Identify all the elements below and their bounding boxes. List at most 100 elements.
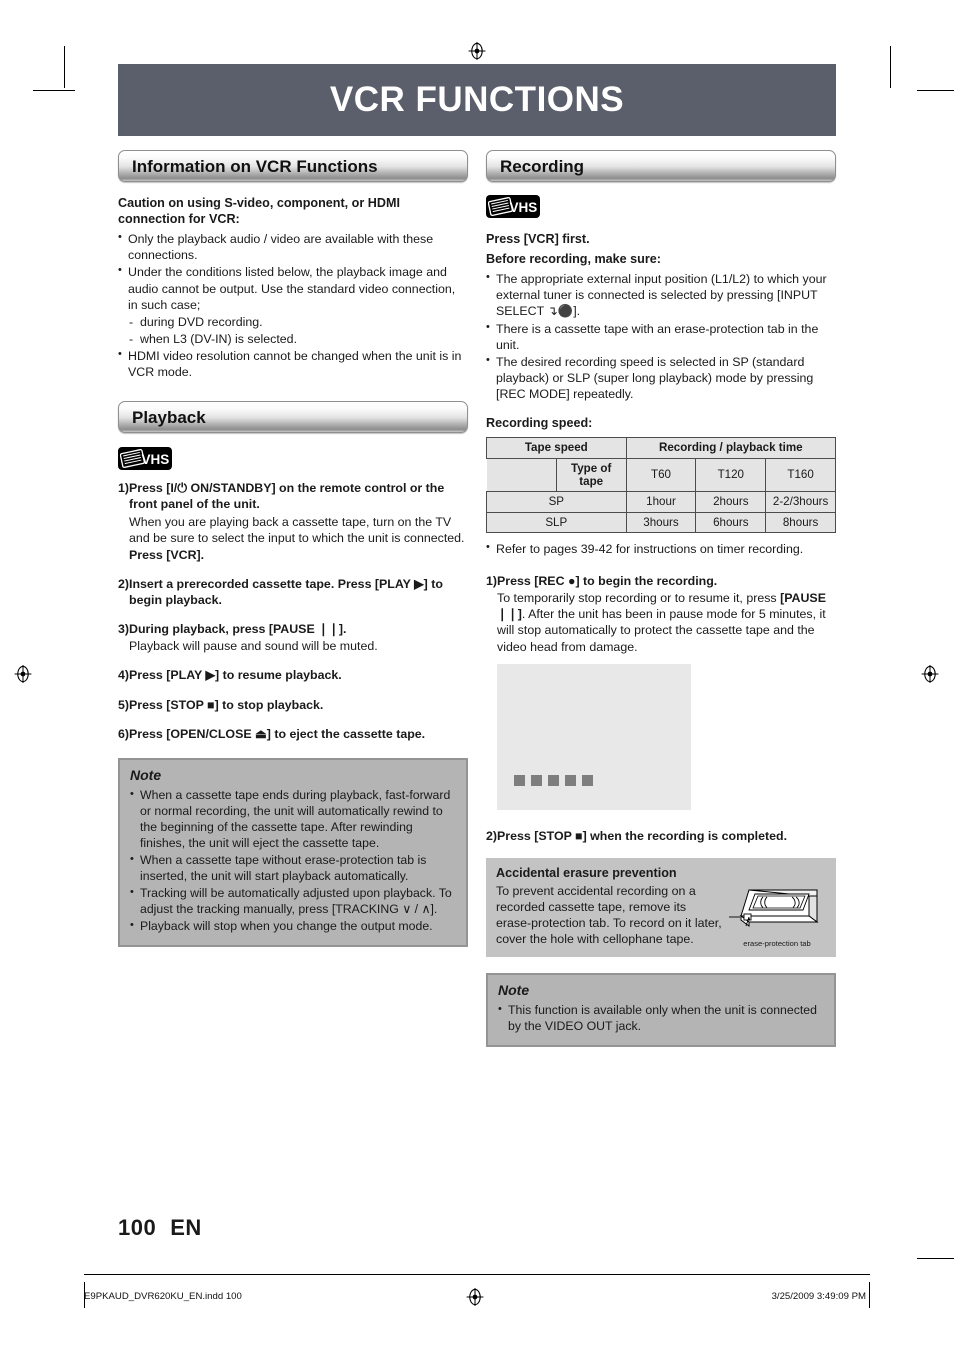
table-cell: 3hours	[625, 511, 697, 533]
placeholder-squares	[514, 774, 594, 786]
step-paragraph-bold: Press [VCR].	[129, 547, 205, 562]
before-recording-bullet-list: The appropriate external input position …	[486, 270, 836, 402]
table-cell: T60	[625, 457, 697, 493]
registration-target-footer	[466, 1288, 484, 1306]
table-header-cell: Type of tape	[555, 457, 627, 493]
step-number: 3)	[118, 622, 130, 637]
note-bullet-list: When a cassette tape ends during playbac…	[130, 787, 456, 935]
refer-note-list: Refer to pages 39-42 for instructions on…	[486, 540, 836, 557]
step-paragraph-post: . After the unit has been in pause mode …	[497, 607, 826, 654]
step-heading: Press [PLAY ▶] to resume playback.	[129, 668, 342, 683]
cassette-tape-icon	[729, 889, 819, 927]
list-item: 3) During playback, press [PAUSE ❘❘]. Pl…	[118, 621, 468, 654]
accidental-erasure-prevention-box: Accidental erasure prevention To prevent…	[486, 857, 836, 958]
playback-note-box: Note When a cassette tape ends during pl…	[118, 757, 468, 947]
right-column: Recording VHS Press [VCR] first. Before …	[486, 150, 837, 1048]
list-item: 2) Insert a prerecorded cassette tape. P…	[118, 576, 468, 608]
crop-mark-top-right-vertical	[890, 46, 891, 88]
list-item: When a cassette tape without erase-prote…	[130, 852, 456, 885]
table-cell: 2hours	[695, 491, 767, 513]
list-item: When a cassette tape ends during playbac…	[130, 787, 456, 852]
list-item: 4) Press [PLAY ▶] to resume playback.	[118, 667, 468, 683]
list-item: 5) Press [STOP ■] to stop playback.	[118, 697, 468, 713]
list-item: HDMI video resolution cannot be changed …	[118, 347, 468, 380]
list-item: Only the playback audio / video are avai…	[118, 230, 468, 263]
step-number: 1)	[486, 574, 498, 589]
table-header-cell: Recording / playback time	[625, 437, 837, 459]
placeholder-square	[565, 774, 577, 786]
table-cell: SLP	[486, 511, 627, 533]
figure-caption: erase-protection tab	[743, 938, 811, 948]
svg-text:VHS: VHS	[142, 452, 170, 467]
before-recording-heading: Before recording, make sure:	[486, 252, 661, 267]
chapter-title-bar: VCR FUNCTIONS	[118, 64, 836, 136]
table-header-cell: Tape speed	[486, 437, 627, 459]
placeholder-square	[582, 774, 594, 786]
vhs-logo-icon: VHS	[486, 195, 540, 218]
list-item: This function is available only when the…	[498, 1002, 824, 1035]
step-heading: Press [STOP ■] to stop playback.	[129, 697, 324, 712]
recording-note-box: Note This function is available only whe…	[486, 973, 836, 1048]
list-item: Under the conditions listed below, the p…	[118, 263, 468, 312]
crop-mark-mid-right-horizontal	[917, 1258, 954, 1259]
print-timestamp: 3/25/2009 3:49:09 PM	[771, 1291, 866, 1302]
step-paragraph: When you are playing back a cassette tap…	[129, 514, 465, 545]
list-item: 1) Press [I/⏻ ON/STANDBY] on the remote …	[118, 480, 468, 563]
list-item: The appropriate external input position …	[486, 270, 836, 319]
step-number: 1)	[118, 481, 130, 496]
step-heading: Press [REC ●] to begin the recording.	[497, 574, 718, 589]
footer-divider	[84, 1274, 870, 1275]
footer-tick-right	[869, 1282, 870, 1308]
cassette-tape-figure: erase-protection tab	[728, 866, 826, 948]
left-column: Information on VCR Functions Caution on …	[118, 150, 468, 1047]
list-item: There is a cassette tape with an erase-p…	[486, 320, 836, 353]
list-item: 2) Press [STOP ■] when the recording is …	[486, 828, 836, 844]
list-item: Refer to pages 39-42 for instructions on…	[486, 540, 836, 557]
section-header-information-on-vcr-functions: Information on VCR Functions	[118, 150, 468, 182]
section-title-label: Playback	[132, 407, 206, 427]
section-header-recording: Recording	[486, 150, 836, 182]
table-cell: SP	[486, 491, 627, 513]
playback-steps-list: 1) Press [I/⏻ ON/STANDBY] on the remote …	[118, 480, 468, 742]
list-item: The desired recording speed is selected …	[486, 353, 836, 402]
step-number: 6)	[118, 726, 130, 741]
crop-mark-top-right-horizontal	[917, 90, 954, 91]
page-content: VCR FUNCTIONS Information on VCR Functio…	[118, 64, 837, 1048]
step-heading: During playback, press [PAUSE ❘❘].	[129, 622, 347, 637]
list-item: Tracking will be automatically adjusted …	[130, 885, 456, 918]
erase-box-title: Accidental erasure prevention	[496, 865, 677, 880]
step-paragraph-pre: To temporarily stop recording or to resu…	[497, 591, 781, 606]
erase-box-body: To prevent accidental recording on a rec…	[496, 883, 722, 946]
table-cell: T120	[695, 457, 767, 493]
table-spacer-cell	[486, 458, 557, 492]
svg-text:VHS: VHS	[510, 200, 538, 215]
caution-heading: Caution on using S-video, component, or …	[118, 196, 400, 227]
list-item: when L3 (DV-IN) is selected.	[118, 331, 468, 347]
note-title: Note	[130, 766, 162, 783]
table-row: Tape speed Recording / playback time	[486, 437, 837, 459]
two-column-layout: Information on VCR Functions Caution on …	[118, 150, 837, 1048]
table-cell: 2-2/3hours	[765, 491, 836, 513]
section-header-playback: Playback	[118, 401, 468, 434]
vhs-logo-icon: VHS	[118, 447, 172, 471]
page-title: VCR FUNCTIONS	[329, 80, 625, 119]
step-number: 2)	[486, 828, 498, 843]
placeholder-square	[531, 774, 543, 786]
list-item: 1) Press [REC ●] to begin the recording.…	[486, 573, 836, 810]
registration-target-right	[921, 665, 939, 683]
table-cell: T160	[765, 457, 836, 493]
recording-speed-table: Tape speed Recording / playback time Typ…	[486, 437, 837, 533]
step-number: 4)	[118, 668, 130, 683]
registration-target-top	[468, 42, 486, 60]
crop-mark-top-left-vertical	[64, 46, 65, 88]
table-cell: 6hours	[695, 511, 767, 533]
page-number: 100	[118, 1215, 157, 1240]
step-heading: Press [I/⏻ ON/STANDBY] on the remote con…	[129, 481, 445, 512]
step-heading: Insert a prerecorded cassette tape. Pres…	[129, 576, 443, 608]
recording-illustration-placeholder	[497, 663, 692, 810]
table-cell: 8hours	[765, 511, 836, 533]
table-row: SP 1hour 2hours 2-2/3hours	[486, 491, 836, 513]
note-title: Note	[498, 982, 530, 999]
placeholder-square	[548, 774, 560, 786]
step-heading: Press [STOP ■] when the recording is com…	[497, 828, 788, 843]
